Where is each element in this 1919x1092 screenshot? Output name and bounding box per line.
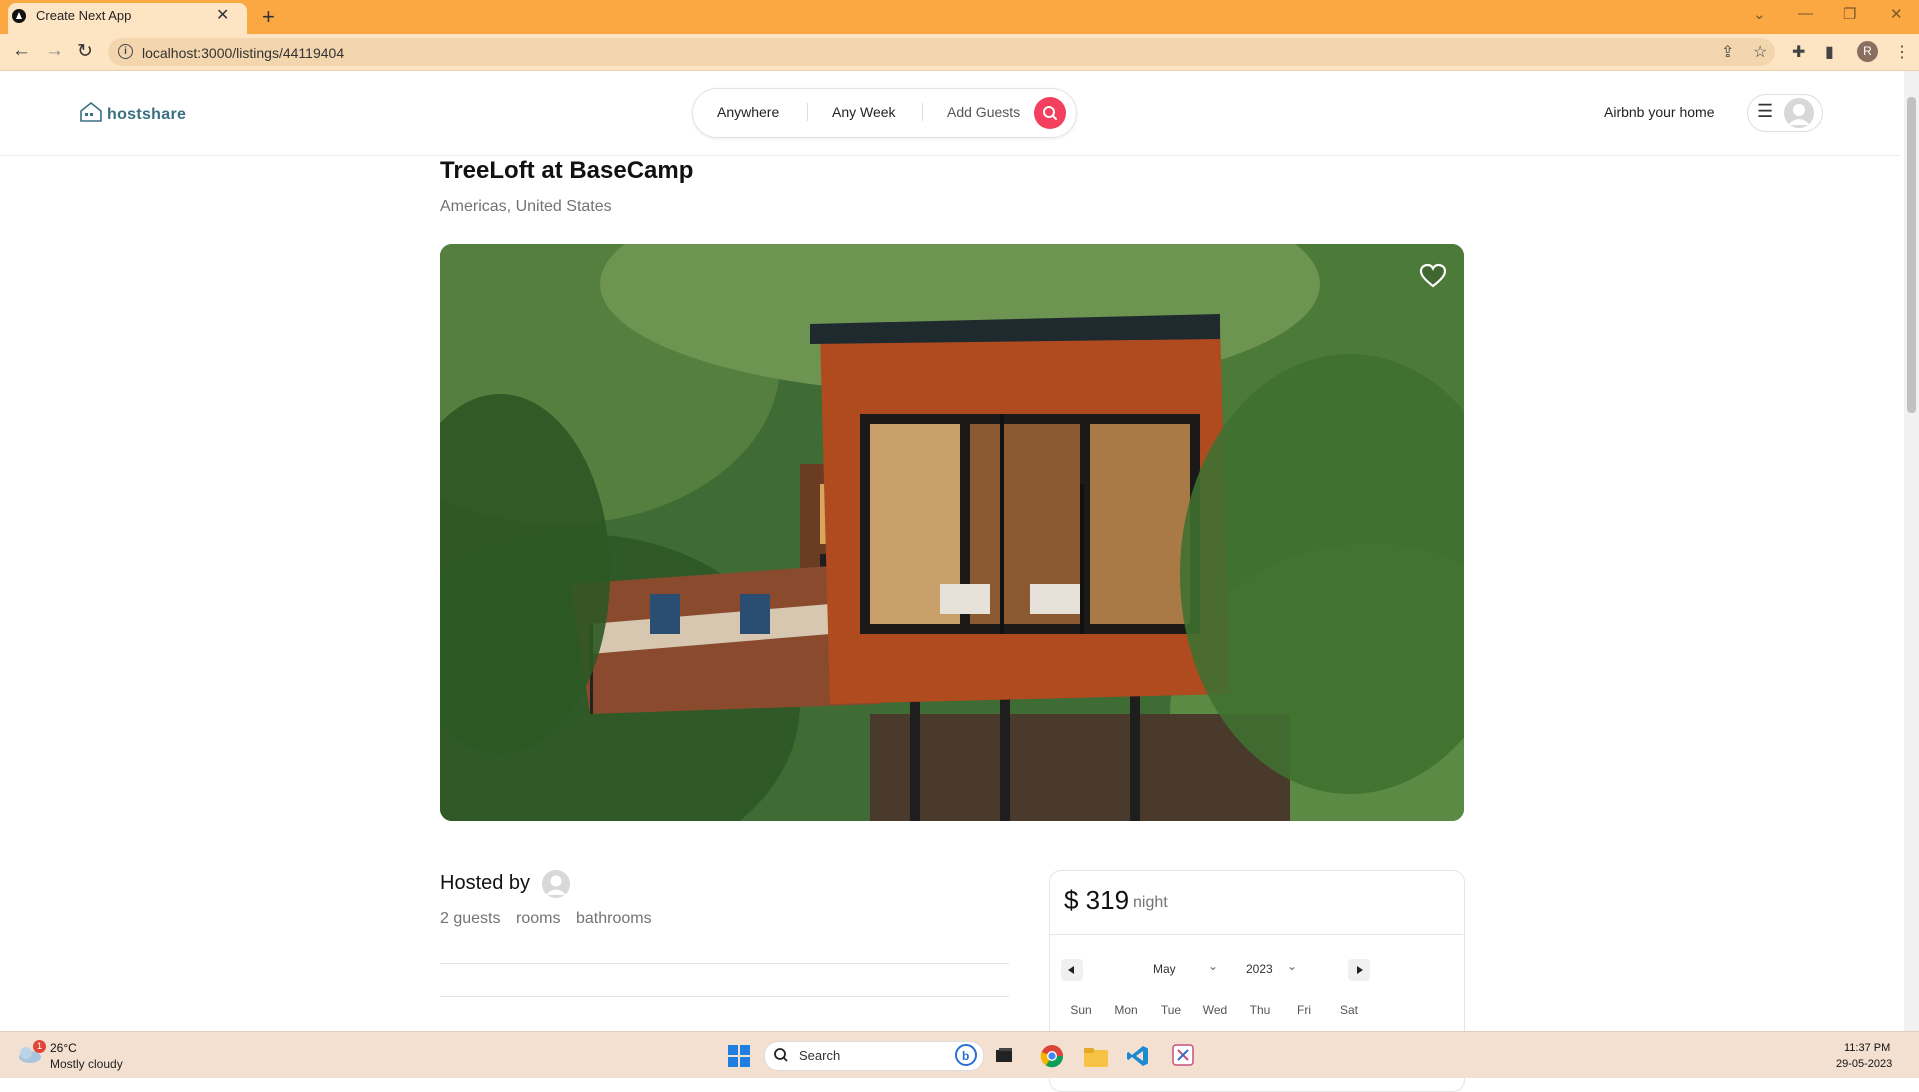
calendar-next-month-icon[interactable]	[1348, 959, 1370, 981]
hamburger-menu-icon[interactable]: ☰	[1757, 101, 1773, 122]
search-anywhere[interactable]: Anywhere	[717, 104, 779, 120]
browser-menu-icon[interactable]: ⋮	[1894, 42, 1910, 62]
browser-title-bar	[0, 0, 1919, 34]
restore-icon[interactable]: ❐	[1843, 5, 1856, 23]
task-view-icon[interactable]	[994, 1046, 1014, 1066]
default-avatar-icon	[1784, 98, 1814, 128]
search-add-guests[interactable]: Add Guests	[947, 104, 1020, 120]
new-tab-icon[interactable]: +	[262, 4, 275, 30]
price: $ 319	[1064, 885, 1130, 915]
address-bar[interactable]	[108, 38, 1775, 66]
logo-text[interactable]: hostshare	[107, 106, 186, 124]
taskbar-clock-date[interactable]: 29-05-2023	[1836, 1058, 1892, 1070]
airbnb-your-home-link[interactable]: Airbnb your home	[1604, 104, 1715, 120]
forward-icon[interactable]: →	[45, 40, 64, 62]
taskbar-search-label[interactable]: Search	[799, 1048, 840, 1063]
vscode-icon[interactable]	[1126, 1044, 1150, 1068]
weather-temperature[interactable]: 26°C	[50, 1041, 77, 1055]
extensions-icon[interactable]: ✚	[1792, 42, 1805, 62]
search-button[interactable]	[1034, 97, 1066, 129]
divider	[1050, 934, 1463, 935]
treehouse-image	[440, 244, 1464, 821]
divider	[440, 996, 1009, 997]
tab-title: Create Next App	[36, 8, 132, 23]
minimize-icon[interactable]: —	[1798, 5, 1813, 22]
url-text[interactable]: localhost:3000/listings/44119404	[142, 45, 344, 61]
search-divider	[922, 103, 923, 121]
reload-icon[interactable]: ↻	[77, 40, 93, 63]
windows-start-icon[interactable]	[727, 1044, 751, 1068]
default-avatar-icon	[542, 870, 570, 898]
side-panel-icon[interactable]: ▮	[1825, 42, 1834, 62]
search-icon	[774, 1048, 788, 1062]
taskbar-clock-time[interactable]: 11:37 PM	[1844, 1042, 1890, 1054]
house-logo-icon[interactable]	[79, 101, 103, 123]
bing-icon[interactable]: b	[955, 1044, 977, 1066]
weekday-label: Thu	[1249, 1003, 1271, 1017]
share-icon[interactable]: ⇪	[1721, 42, 1734, 62]
weekday-label: Fri	[1297, 1003, 1311, 1017]
year-select[interactable]: 2023	[1246, 962, 1273, 976]
file-explorer-icon[interactable]	[1083, 1046, 1109, 1068]
profile-avatar[interactable]: R	[1857, 41, 1878, 62]
weekday-label: Sat	[1339, 1003, 1358, 1017]
chrome-icon[interactable]	[1040, 1044, 1064, 1068]
weather-description[interactable]: Mostly cloudy	[50, 1057, 123, 1071]
tab-search-chevron-icon[interactable]: ⌄	[1753, 5, 1766, 23]
bathrooms-count: bathrooms	[576, 910, 652, 927]
search-icon	[1043, 106, 1057, 120]
back-icon[interactable]: ←	[12, 40, 31, 62]
listing-photo	[440, 244, 1464, 821]
weekday-label: Sun	[1070, 1003, 1092, 1017]
month-select[interactable]: May	[1153, 962, 1176, 976]
weekday-label: Wed	[1202, 1003, 1228, 1017]
listing-title: TreeLoft at BaseCamp	[440, 157, 694, 184]
calendar-prev-month-icon[interactable]	[1061, 959, 1083, 981]
search-divider	[807, 103, 808, 121]
host-avatar	[542, 870, 570, 898]
divider	[440, 963, 1009, 964]
listing-location: Americas, United States	[440, 198, 612, 215]
year-chevron-down-icon[interactable]: ⌄	[1287, 959, 1297, 973]
scrollbar-thumb[interactable]	[1907, 97, 1916, 413]
weekday-label: Mon	[1114, 1003, 1138, 1017]
svg-text:b: b	[962, 1049, 969, 1063]
hosted-by-label: Hosted by	[440, 872, 531, 894]
price-unit: night	[1133, 894, 1168, 911]
guests-count: 2 guests	[440, 910, 501, 927]
user-avatar[interactable]	[1784, 98, 1814, 128]
month-chevron-down-icon[interactable]: ⌄	[1208, 959, 1218, 973]
bookmark-star-icon[interactable]: ☆	[1753, 42, 1767, 62]
heart-icon[interactable]	[1419, 263, 1447, 289]
rooms-count: rooms	[516, 910, 561, 927]
snipping-tool-icon[interactable]	[1171, 1043, 1195, 1067]
tab-close-icon[interactable]: ✕	[216, 5, 229, 25]
site-info-icon[interactable]: i	[118, 44, 133, 59]
window-close-icon[interactable]: ✕	[1890, 5, 1903, 23]
weather-notification-badge: 1	[33, 1040, 46, 1053]
taskbar-search-box[interactable]	[764, 1041, 984, 1071]
weekday-label: Tue	[1160, 1003, 1182, 1017]
search-any-week[interactable]: Any Week	[832, 104, 896, 120]
next-app-favicon-icon	[12, 9, 26, 23]
